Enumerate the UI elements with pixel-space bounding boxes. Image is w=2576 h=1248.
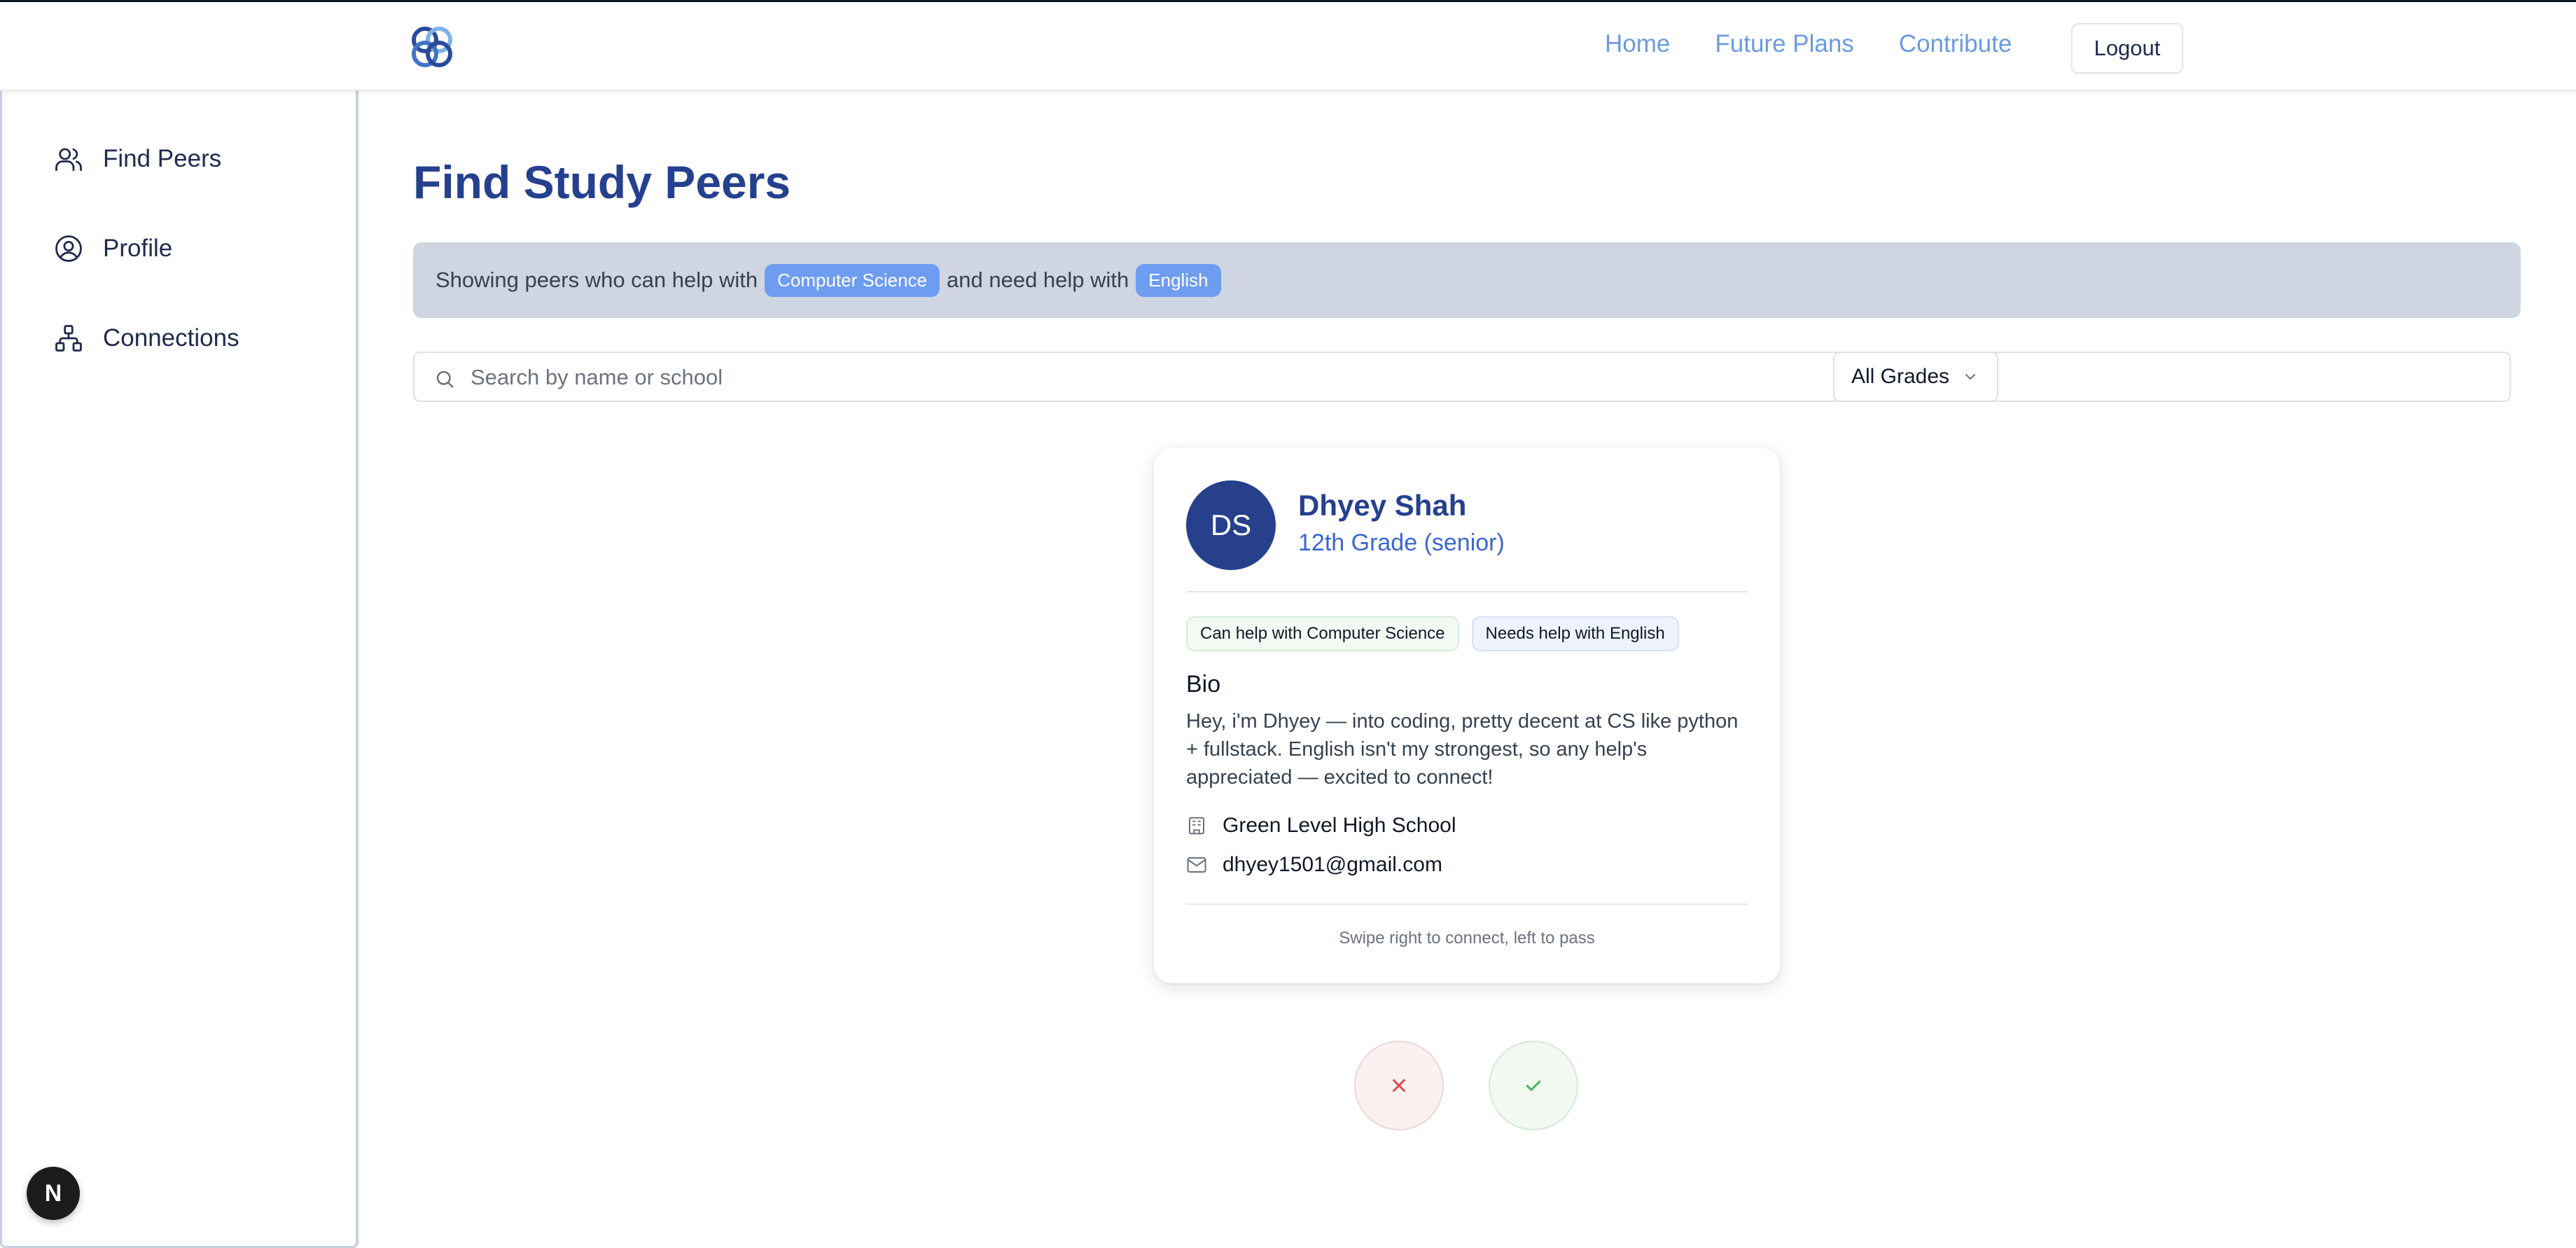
- divider: [1186, 903, 1748, 905]
- swipe-hint: Swipe right to connect, left to pass: [1339, 929, 1595, 948]
- user-circle-icon: [55, 235, 82, 262]
- search-icon: [436, 370, 454, 388]
- school-row: Green Level High School: [1186, 814, 1456, 838]
- grade-filter-value: All Grades: [1851, 365, 1950, 388]
- need-subject-pill: English: [1136, 263, 1221, 297]
- avatar: DS: [1186, 480, 1276, 570]
- nav-link-future-plans[interactable]: Future Plans: [1715, 30, 1853, 58]
- bio-text: Hey, i'm Dhyey — into coding, pretty dec…: [1186, 710, 1739, 789]
- peer-card[interactable]: DS Dhyey Shah 12th Grade (senior) Can he…: [1154, 448, 1780, 983]
- users-icon: [55, 148, 82, 172]
- connect-button[interactable]: [1489, 1041, 1578, 1130]
- check-icon: [1526, 1080, 1541, 1091]
- banner-text: Showing peers who can help with: [436, 268, 758, 292]
- help-subject-pill: Computer Science: [765, 263, 940, 297]
- logout-button[interactable]: Logout: [2071, 23, 2183, 74]
- sidebar-item-connections[interactable]: Connections: [54, 324, 239, 353]
- mail-icon: [1187, 857, 1206, 873]
- peer-name: Dhyey Shah: [1298, 489, 1467, 522]
- nav-link-contribute[interactable]: Contribute: [1899, 30, 2012, 58]
- nextjs-badge-icon[interactable]: N: [27, 1167, 80, 1220]
- nav-links: Home Future Plans Contribute: [1605, 30, 2012, 58]
- subject-tags: Can help with Computer Science Needs hel…: [1186, 616, 1679, 651]
- school-icon: [1189, 817, 1204, 835]
- sidebar-item-label: Find Peers: [103, 145, 222, 172]
- email-address: dhyey1501@gmail.com: [1223, 853, 1442, 876]
- school-name: Green Level High School: [1223, 814, 1456, 837]
- logo-icon[interactable]: [406, 23, 458, 72]
- needs-help-tag: Needs help with English: [1471, 616, 1679, 651]
- network-icon: [55, 325, 82, 352]
- pass-button[interactable]: [1354, 1041, 1444, 1130]
- peer-grade: 12th Grade (senior): [1298, 529, 1505, 556]
- chevron-down-icon: [1965, 374, 1976, 380]
- email-row: dhyey1501@gmail.com: [1186, 853, 1442, 877]
- filter-banner: Showing peers who can help with Computer…: [413, 242, 2521, 318]
- close-icon: [1393, 1079, 1405, 1092]
- sidebar-item-find-peers[interactable]: Find Peers: [54, 144, 221, 174]
- divider: [1186, 591, 1748, 592]
- sidebar-item-label: Profile: [103, 235, 173, 262]
- can-help-tag: Can help with Computer Science: [1186, 616, 1459, 651]
- bio-heading: Bio: [1186, 671, 1221, 698]
- page-title: Find Study Peers: [413, 156, 791, 208]
- sidebar-item-profile[interactable]: Profile: [54, 234, 172, 263]
- sidebar: Find Peers Profile Connections: [0, 91, 358, 1248]
- search-box: [413, 352, 2511, 402]
- top-navbar: Home Future Plans Contribute Logout: [0, 0, 2576, 91]
- search-input[interactable]: [471, 359, 2487, 396]
- grade-filter-select[interactable]: All Grades: [1833, 352, 1998, 402]
- sidebar-item-label: Connections: [103, 324, 239, 352]
- banner-text: and need help with: [947, 268, 1129, 292]
- nav-link-home[interactable]: Home: [1605, 30, 1670, 58]
